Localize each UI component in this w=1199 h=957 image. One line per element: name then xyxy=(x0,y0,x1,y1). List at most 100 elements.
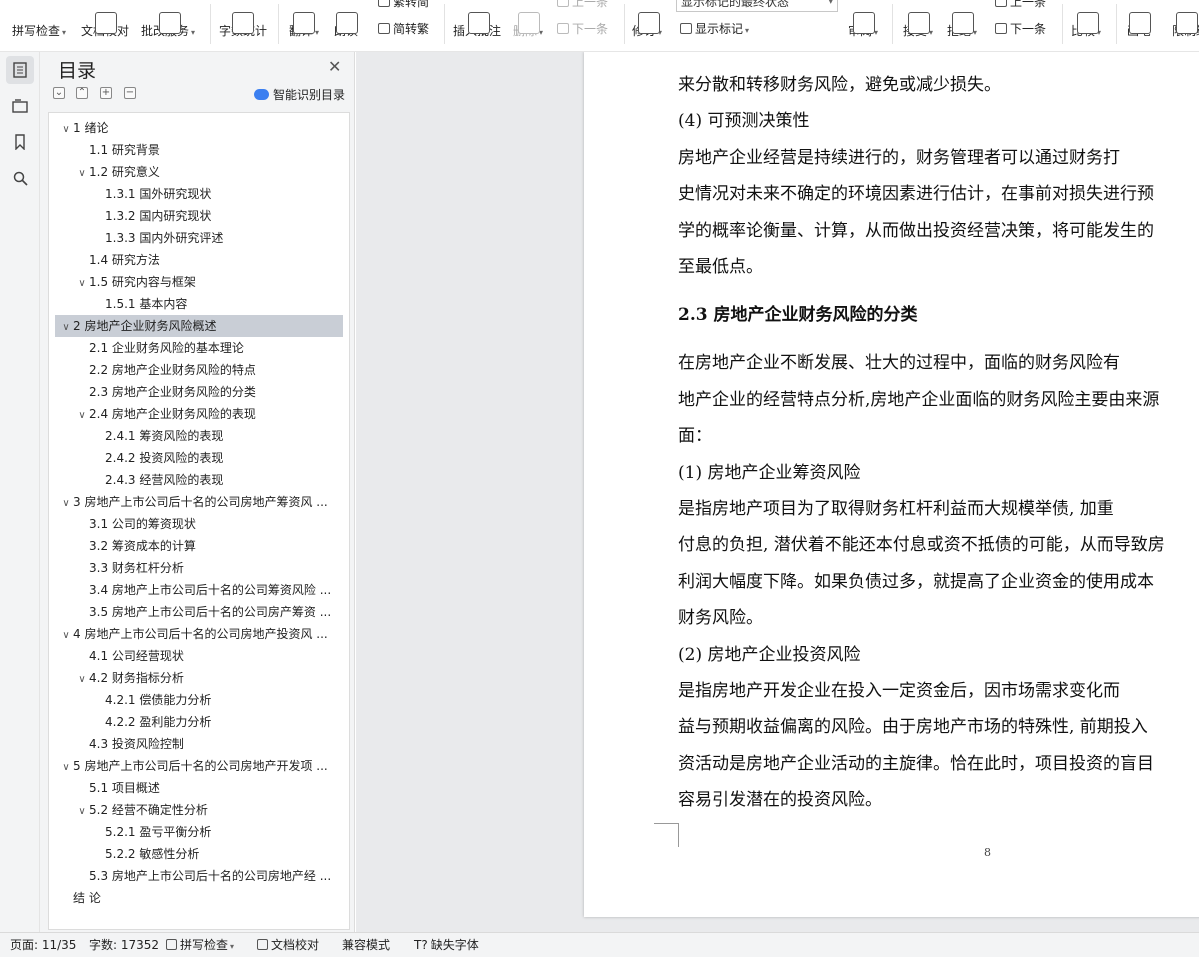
chapter-nav-icon[interactable] xyxy=(6,92,34,120)
toc-item[interactable]: 5.2.1 盈亏平衡分析 xyxy=(55,821,343,843)
missing-font-icon: T? xyxy=(414,938,428,952)
body-text-line: 地产企业的经营特点分析,房地产企业面临的财务风险主要由来源 xyxy=(678,389,1160,410)
toc-item[interactable]: 3.5 房地产上市公司后十名的公司房产筹资 ... xyxy=(55,601,343,623)
next-comment-icon xyxy=(557,23,569,34)
status-spell-check[interactable]: 拼写检查 xyxy=(166,933,234,957)
toc-item[interactable]: 4.2.2 盈利能力分析 xyxy=(55,711,343,733)
chevron-down-icon[interactable]: ∨ xyxy=(75,163,89,183)
toc-item[interactable]: 3.3 财务杠杆分析 xyxy=(55,557,343,579)
chevron-down-icon[interactable]: ∨ xyxy=(75,801,89,821)
review-pane-button[interactable]: 审阅 xyxy=(848,12,878,39)
toc-item[interactable]: ∨ 5.2 经营不确定性分析 xyxy=(55,799,343,821)
document-page[interactable]: 来分散和转移财务风险，避免或减少损失。 (4) 可预测决策性 房地产企业经营是持… xyxy=(584,52,1199,917)
search-icon[interactable] xyxy=(6,164,34,192)
simp-to-trad-button[interactable]: 简转繁 xyxy=(378,20,429,37)
toc-item[interactable]: 3.4 房地产上市公司后十名的公司筹资风险 ... xyxy=(55,579,343,601)
toc-item[interactable]: 5.3 房地产上市公司后十名的公司房地产经 ... xyxy=(55,865,343,887)
spell-check-label: 拼写检查 xyxy=(12,24,61,38)
toc-item-label: 5.2.2 敏感性分析 xyxy=(105,847,200,861)
toc-item[interactable]: 2.4.2 投资风险的表现 xyxy=(55,447,343,469)
next-comment-button[interactable]: 下一条 xyxy=(557,20,608,37)
remove-heading-icon[interactable]: − xyxy=(124,87,136,99)
chevron-down-icon[interactable]: ∨ xyxy=(75,405,89,425)
reject-button[interactable]: 拒绝 xyxy=(947,12,977,39)
close-icon[interactable]: ✕ xyxy=(328,57,341,76)
toc-item[interactable]: 5.2.2 敏感性分析 xyxy=(55,843,343,865)
toc-item[interactable]: 结 论 xyxy=(55,887,343,909)
toc-item[interactable]: 1.3.1 国外研究现状 xyxy=(55,183,343,205)
toc-item[interactable]: 5.1 项目概述 xyxy=(55,777,343,799)
toc-item[interactable]: ∨ 4.2 财务指标分析 xyxy=(55,667,343,689)
toc-item[interactable]: ∨ 2 房地产企业财务风险概述 xyxy=(55,315,343,337)
document-canvas[interactable]: 来分散和转移财务风险，避免或减少损失。 (4) 可预测决策性 房地产企业经营是持… xyxy=(356,52,1199,932)
word-count-indicator[interactable]: 字数: 17352 xyxy=(89,933,159,957)
bookmark-icon[interactable] xyxy=(6,128,34,156)
toc-item[interactable]: ∨ 2.4 房地产企业财务风险的表现 xyxy=(55,403,343,425)
insert-comment-button[interactable]: 插入批注 xyxy=(453,12,501,39)
spell-check-button[interactable]: 拼写检查 xyxy=(12,22,66,39)
toc-item-label: 1.5.1 基本内容 xyxy=(105,297,188,311)
toc-item[interactable]: 1.4 研究方法 xyxy=(55,249,343,271)
toc-item[interactable]: 1.3.3 国内外研究评述 xyxy=(55,227,343,249)
word-count-button[interactable]: 字数统计 xyxy=(219,12,267,39)
toc-panel-icon[interactable] xyxy=(6,56,34,84)
restrict-edit-button[interactable]: 限制编 xyxy=(1172,12,1199,39)
toc-item-label: 3.1 公司的筹资现状 xyxy=(89,517,196,531)
toc-item[interactable]: 1.5.1 基本内容 xyxy=(55,293,343,315)
status-proofread[interactable]: 文档校对 xyxy=(257,933,319,957)
toc-item-label: 1 绪论 xyxy=(73,121,109,135)
delete-comment-icon xyxy=(518,12,540,34)
toc-item[interactable]: 4.3 投资风险控制 xyxy=(55,733,343,755)
toc-item[interactable]: ∨ 3 房地产上市公司后十名的公司房地产筹资风 ... xyxy=(55,491,343,513)
toc-item[interactable]: 2.4.1 筹资风险的表现 xyxy=(55,425,343,447)
toc-item[interactable]: 2.3 房地产企业财务风险的分类 xyxy=(55,381,343,403)
translate-button[interactable]: 翻译 xyxy=(289,12,319,39)
page-indicator[interactable]: 页面: 11/35 xyxy=(10,933,76,957)
collapse-all-icon[interactable]: ⌄ xyxy=(53,87,65,99)
smart-toc-button[interactable]: 智能识别目录 xyxy=(254,86,345,103)
track-changes-button[interactable]: 修订 xyxy=(632,12,662,39)
chevron-down-icon[interactable]: ∨ xyxy=(75,273,89,293)
add-heading-icon[interactable]: + xyxy=(100,87,112,99)
chevron-down-icon[interactable]: ∨ xyxy=(59,757,73,777)
toc-item[interactable]: 1.1 研究背景 xyxy=(55,139,343,161)
toc-item[interactable]: 3.2 筹资成本的计算 xyxy=(55,535,343,557)
compare-button[interactable]: 比较 xyxy=(1071,12,1101,39)
chevron-down-icon[interactable]: ∨ xyxy=(75,669,89,689)
pen-button[interactable]: 画笔 xyxy=(1127,12,1151,39)
delete-comment-button[interactable]: 删除 xyxy=(513,12,543,39)
review-service-button[interactable]: 批改服务 xyxy=(141,12,195,39)
chevron-down-icon[interactable]: ∨ xyxy=(59,317,73,337)
toc-item[interactable]: ∨ 1 绪论 xyxy=(55,117,343,139)
toc-item[interactable]: 4.1 公司经营现状 xyxy=(55,645,343,667)
ai-bot-icon xyxy=(254,89,269,100)
toc-item[interactable]: 4.2.1 偿债能力分析 xyxy=(55,689,343,711)
prev-change-button[interactable]: 上一条 xyxy=(995,0,1046,10)
word-count-icon xyxy=(232,12,254,34)
toc-item[interactable]: ∨ 4 房地产上市公司后十名的公司房地产投资风 ... xyxy=(55,623,343,645)
chevron-down-icon[interactable]: ∨ xyxy=(59,625,73,645)
chevron-down-icon[interactable]: ∨ xyxy=(59,119,73,139)
toc-item[interactable]: ∨ 5 房地产上市公司后十名的公司房地产开发项 ... xyxy=(55,755,343,777)
next-change-button[interactable]: 下一条 xyxy=(995,20,1046,37)
compat-mode-indicator[interactable]: 兼容模式 xyxy=(342,933,390,957)
markup-state-select[interactable]: 显示标记的最终状态 xyxy=(676,0,838,12)
expand-up-icon[interactable]: ⌃ xyxy=(76,87,88,99)
read-aloud-icon xyxy=(336,12,358,34)
show-markup-button[interactable]: 显示标记 xyxy=(680,20,749,37)
toc-item[interactable]: 2.4.3 经营风险的表现 xyxy=(55,469,343,491)
read-aloud-button[interactable]: 朗读 xyxy=(334,12,358,39)
toc-item[interactable]: 3.1 公司的筹资现状 xyxy=(55,513,343,535)
toc-item[interactable]: ∨ 1.2 研究意义 xyxy=(55,161,343,183)
toc-item[interactable]: 1.3.2 国内研究现状 xyxy=(55,205,343,227)
doc-proofread-button[interactable]: 文档校对 xyxy=(81,12,129,39)
toc-item[interactable]: 2.2 房地产企业财务风险的特点 xyxy=(55,359,343,381)
trad-to-simp-button[interactable]: 繁转简 xyxy=(378,0,429,10)
accept-button[interactable]: 接受 xyxy=(903,12,933,39)
missing-fonts-button[interactable]: T? 缺失字体 xyxy=(414,933,479,957)
nav-rail xyxy=(0,52,40,932)
toc-item[interactable]: ∨ 1.5 研究内容与框架 xyxy=(55,271,343,293)
chevron-down-icon[interactable]: ∨ xyxy=(59,493,73,513)
toc-item[interactable]: 2.1 企业财务风险的基本理论 xyxy=(55,337,343,359)
prev-comment-button[interactable]: 上一条 xyxy=(557,0,608,10)
